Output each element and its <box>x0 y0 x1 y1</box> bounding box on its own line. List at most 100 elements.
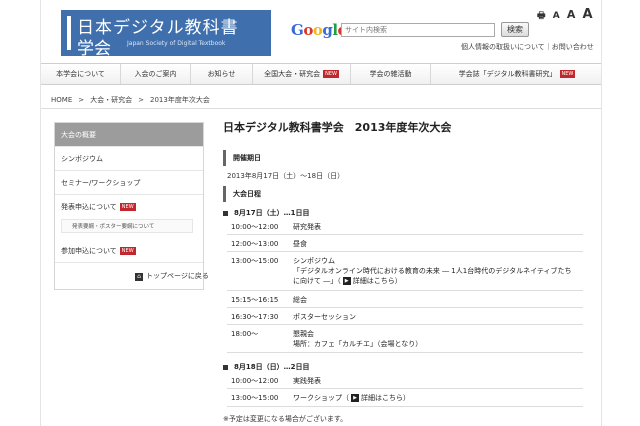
row-event: 懇親会 <box>293 330 314 338</box>
table-row: 10:00～12:00 実践発表 <box>227 372 583 389</box>
side-item-symposium[interactable]: シンポジウム <box>55 147 203 171</box>
nav-label: 学会誌「デジタル教科書研究」 <box>458 70 557 78</box>
row-event: 実践発表 <box>293 377 321 385</box>
schedule-note: ※予定は変更になる場合がございます。 <box>223 415 348 423</box>
breadcrumb-conference[interactable]: 大会・研究会 <box>90 96 132 104</box>
new-badge: NEW <box>119 247 136 255</box>
nav-label: 全国大会・研究会 <box>264 70 321 78</box>
logo-bar <box>67 16 71 50</box>
table-row: 18:00～ 懇親会 場所：カフェ「カルチエ」（会場となり） <box>227 325 583 353</box>
global-nav: 本学会について 入会のご案内 お知らせ 全国大会・研究会 NEW 学会の雑活動 学… <box>41 63 601 85</box>
google-letter: G <box>291 21 304 39</box>
nav-label: 入会のご案内 <box>134 70 177 78</box>
side-item-overview[interactable]: 大会の概要 <box>55 123 203 147</box>
privacy-link[interactable]: 個人情報の取扱いについて <box>461 43 545 51</box>
google-letter: g <box>322 21 333 39</box>
new-badge: NEW <box>323 70 339 78</box>
side-item-label: 発表申込について <box>61 203 117 211</box>
side-item-label: 参加申込について <box>61 247 117 255</box>
font-small-button[interactable]: A <box>553 11 560 21</box>
header-links: 個人情報の取扱いについて｜お問い合わせ <box>461 42 594 52</box>
search-input[interactable] <box>341 23 495 37</box>
row-detail: 「デジタルオンライン時代における教育の未来 ― 1人1台時代のデジタルネイティブ… <box>293 266 573 286</box>
row-event: 研究発表 <box>293 223 321 231</box>
page: 日本デジタル教科書 学会 Japan Society of Digital Te… <box>40 0 602 426</box>
row-event: ワークショップ（ <box>293 394 349 402</box>
nav-item-journal[interactable]: 学会誌「デジタル教科書研究」 NEW <box>431 64 601 84</box>
font-size-controls: 🖶 A A A <box>537 7 597 24</box>
table-row: 13:00～15:00 シンポジウム 「デジタルオンライン時代における教育の未来… <box>227 252 583 291</box>
square-bullet-icon <box>223 364 228 370</box>
side-item-registration[interactable]: 参加申込について NEW <box>55 239 203 263</box>
side-item-label: シンポジウム <box>61 155 103 163</box>
details-link[interactable]: ▶ 詳細はこちら <box>341 276 395 286</box>
paren-close: ） <box>403 394 410 402</box>
event-dates: 2013年8月17日（土）～18日（日） <box>227 172 345 180</box>
nav-item-conference[interactable]: 全国大会・研究会 NEW <box>253 64 351 84</box>
font-large-button[interactable]: A <box>583 7 593 22</box>
divider <box>41 108 601 109</box>
breadcrumb-separator: > <box>78 96 85 104</box>
play-icon: ▶ <box>351 394 359 402</box>
day-label: 8月18日（日）…2日目 <box>234 363 310 371</box>
side-item-presentation[interactable]: 発表申込について NEW <box>55 195 203 219</box>
row-time: 10:00～12:00 <box>231 377 279 385</box>
nav-item-join[interactable]: 入会のご案内 <box>121 64 191 84</box>
details-link[interactable]: ▶ 詳細はこちら <box>349 393 403 403</box>
site-logo[interactable]: 日本デジタル教科書 学会 Japan Society of Digital Te… <box>61 10 271 59</box>
back-to-top-link[interactable]: ⌂ トップページに戻る <box>135 271 209 281</box>
row-event-block: 懇親会 場所：カフェ「カルチエ」（会場となり） <box>293 329 573 349</box>
section-heading-dates: 開催期日 <box>223 150 583 166</box>
nav-item-about[interactable]: 本学会について <box>41 64 121 84</box>
row-time: 15:15～16:15 <box>231 296 279 304</box>
day-heading: 8月17日（土）…1日目 <box>223 208 309 218</box>
row-event-block: ワークショップ（ ▶ 詳細はこちら） <box>293 393 573 403</box>
row-time: 10:00～12:00 <box>231 223 279 231</box>
nav-label: お知らせ <box>207 70 236 78</box>
table-row: 13:00～15:00 ワークショップ（ ▶ 詳細はこちら） <box>227 389 583 407</box>
search-button[interactable]: 検索 <box>501 22 529 37</box>
home-icon: ⌂ <box>135 273 143 281</box>
day-label: 8月17日（土）…1日目 <box>234 209 310 217</box>
day-heading: 8月18日（日）…2日目 <box>223 362 309 372</box>
new-badge: NEW <box>119 203 136 211</box>
play-icon: ▶ <box>342 277 351 285</box>
logo-title-line2: 学会 <box>77 39 111 59</box>
google-logo: Google <box>291 21 347 39</box>
print-icon[interactable]: 🖶 <box>537 8 546 24</box>
nav-label: 学会の雑活動 <box>369 70 412 78</box>
table-row: 15:15～16:15 総会 <box>227 291 583 308</box>
side-item-label: 大会の概要 <box>61 131 96 139</box>
row-event: ポスターセッション <box>293 313 356 321</box>
google-letter: o <box>312 21 323 39</box>
symposium-title: 「デジタルオンライン時代における教育の未来 ― 1人1台時代のデジタルネイティブ… <box>293 267 572 285</box>
table-row: 10:00～12:00 研究発表 <box>227 218 583 235</box>
breadcrumb: HOME > 大会・研究会 >2013年度年次大会 <box>51 95 210 105</box>
breadcrumb-separator: > <box>138 96 144 104</box>
nav-item-news[interactable]: お知らせ <box>191 64 253 84</box>
section-heading-schedule: 大会日程 <box>223 186 583 202</box>
row-time: 16:30～17:30 <box>231 313 279 321</box>
logo-subtitle: Japan Society of Digital Textbook <box>127 40 226 47</box>
row-event: シンポジウム <box>293 257 335 265</box>
side-item-seminar[interactable]: セミナー/ワークショップ <box>55 171 203 195</box>
table-row: 12:00～13:00 昼食 <box>227 235 583 252</box>
contact-link[interactable]: お問い合わせ <box>552 43 594 51</box>
side-item-label: セミナー/ワークショップ <box>61 179 141 187</box>
row-time: 13:00～15:00 <box>231 257 279 265</box>
row-time: 18:00～ <box>231 330 259 338</box>
paren-close: ） <box>394 277 402 285</box>
row-event: 総会 <box>293 296 307 304</box>
row-event-block: シンポジウム 「デジタルオンライン時代における教育の未来 ― 1人1台時代のデジ… <box>293 256 573 286</box>
nav-item-activities[interactable]: 学会の雑活動 <box>351 64 431 84</box>
side-subitem-guidelines[interactable]: 発表要綱・ポスター要綱について <box>61 219 193 233</box>
google-letter: o <box>303 21 313 39</box>
side-menu: 大会の概要 シンポジウム セミナー/ワークショップ 発表申込について NEW 発表… <box>54 122 209 290</box>
back-to-top-label: トップページに戻る <box>146 272 209 280</box>
font-medium-button[interactable]: A <box>567 8 576 21</box>
row-time: 12:00～13:00 <box>231 240 279 248</box>
breadcrumb-home[interactable]: HOME <box>51 96 72 104</box>
nav-label: 本学会について <box>56 70 105 78</box>
square-bullet-icon <box>223 210 228 216</box>
details-link-label: 詳細はこちら <box>361 394 403 402</box>
